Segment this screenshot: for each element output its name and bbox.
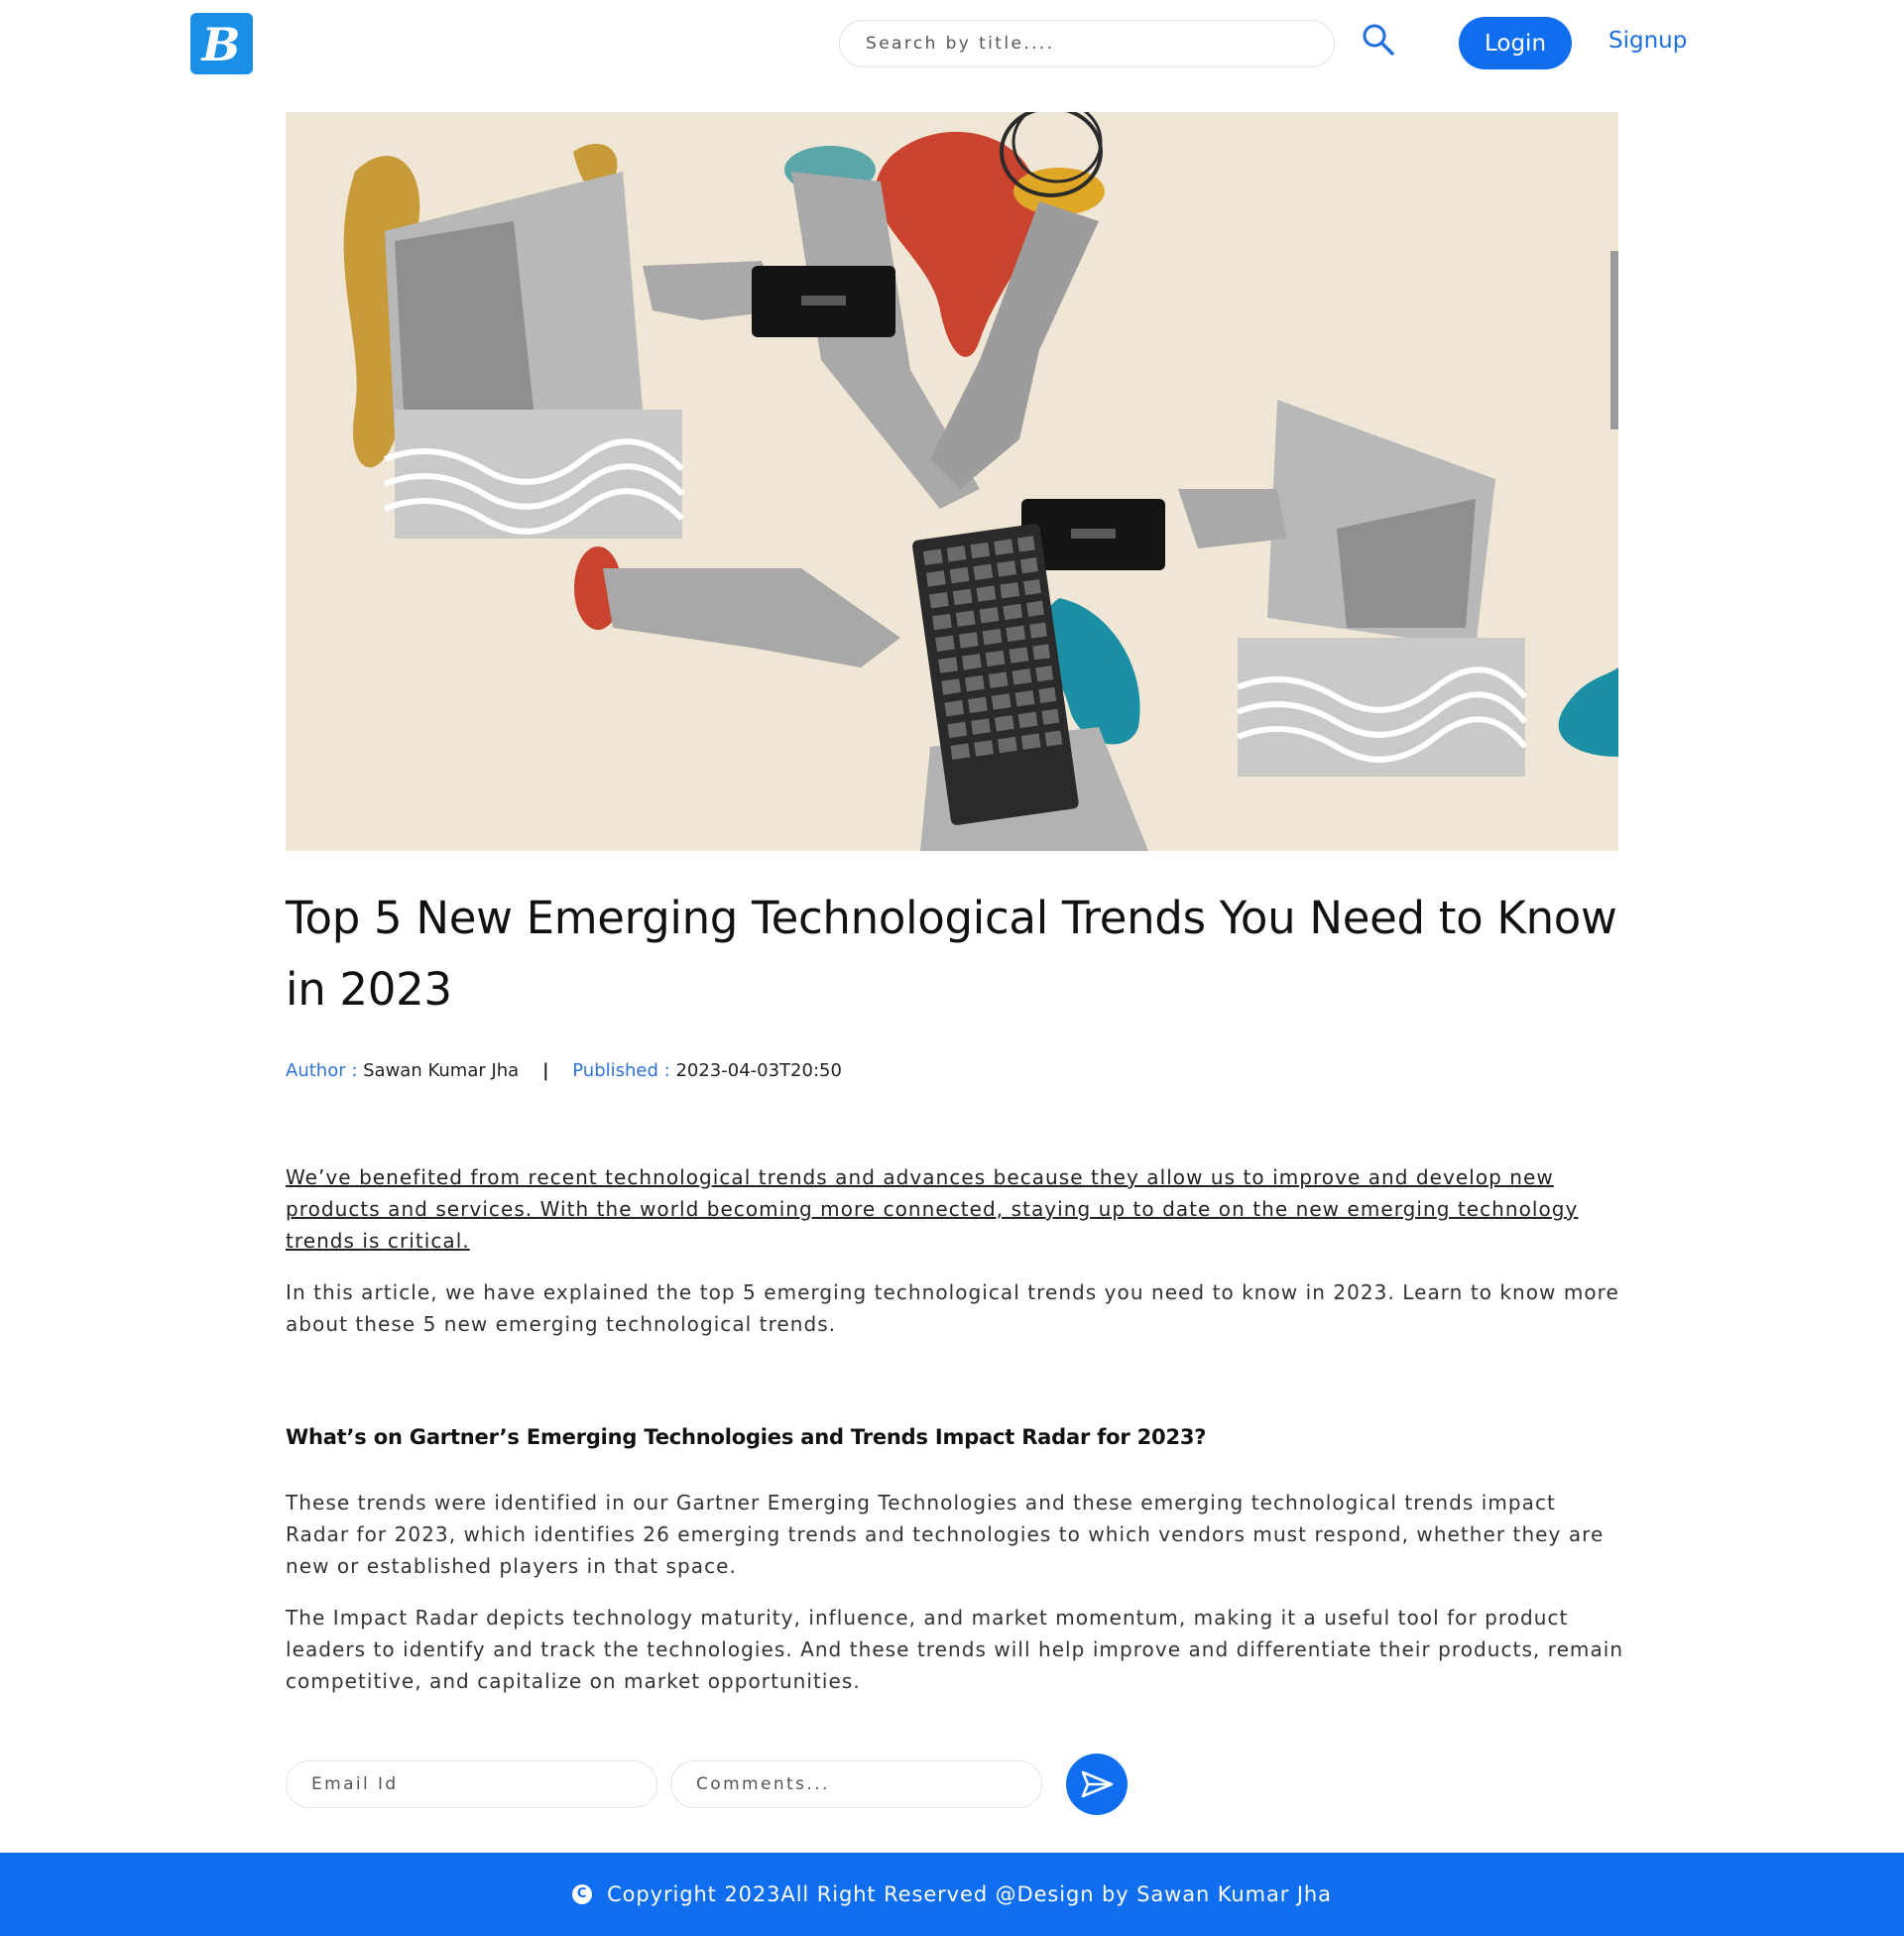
hero-image [286,112,1618,851]
comments-field[interactable] [670,1760,1042,1808]
article-meta: Author : Sawan Kumar Jha | Published : 2… [286,1060,842,1081]
email-field[interactable] [286,1760,657,1808]
svg-text:B: B [200,18,241,71]
signup-link[interactable]: Signup [1608,28,1687,54]
search-icon [1363,24,1394,56]
article-paragraph: The Impact Radar depicts technology matu… [286,1606,1624,1693]
blog-logo-icon[interactable]: B [190,13,253,74]
author-name: Sawan Kumar Jha [363,1060,520,1081]
article-paragraph: In this article, we have explained the t… [286,1280,1619,1336]
published-label: Published : [572,1060,670,1081]
send-icon [1081,1770,1114,1798]
send-comment-button[interactable] [1066,1754,1128,1815]
search-input[interactable] [839,20,1335,67]
copyright-icon: C [572,1884,593,1904]
search-button[interactable] [1361,22,1396,58]
author-label: Author : [286,1060,358,1081]
site-header: B Login Signup [0,0,1904,87]
article-paragraph: These trends were identified in our Gart… [286,1491,1605,1578]
published-date: 2023-04-03T20:50 [675,1060,842,1081]
article-subheading: What’s on Gartner’s Emerging Technologie… [286,1425,1207,1449]
login-button[interactable]: Login [1459,17,1572,69]
footer-copyright-text: Copyright 2023All Right Reserved @Design… [607,1882,1332,1906]
tech-collage-illustration [286,112,1618,851]
article-title: Top 5 New Emerging Technological Trends … [286,892,1617,1016]
meta-separator: | [541,1060,549,1081]
article-intro: We’ve benefited from recent technologica… [286,1165,1579,1253]
site-footer: C Copyright 2023All Right Reserved @Desi… [0,1853,1904,1936]
